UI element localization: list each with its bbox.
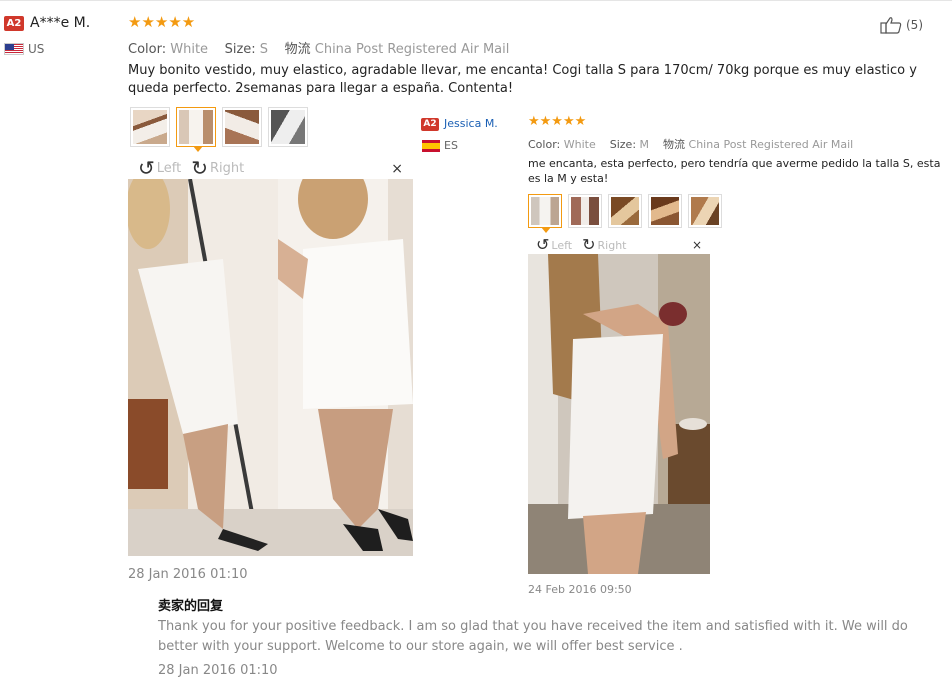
review-photo-large [528, 254, 710, 574]
review-photo-thumb[interactable] [568, 194, 602, 228]
reviewer-name[interactable]: Jessica M. [444, 117, 498, 130]
review-photo-thumb[interactable] [688, 194, 722, 228]
review-photo-thumb-selected[interactable] [176, 107, 216, 152]
order-info: Color: White Size: S 物流 China Post Regis… [128, 38, 509, 57]
size-value: S [259, 42, 269, 57]
rotate-right-label: Right [210, 160, 245, 176]
close-viewer-button[interactable]: × [692, 238, 702, 252]
buyer-level-badge: A2 [421, 118, 439, 131]
color-value: White [563, 138, 596, 151]
review-photo-large [128, 179, 413, 556]
color-value: White [170, 42, 209, 57]
rating-stars: ★★★★★ [128, 13, 196, 31]
rotate-left-icon: ↺ [536, 235, 550, 254]
top-divider [0, 0, 952, 1]
helpful-count: (5) [906, 18, 923, 32]
order-info: Color: White Size: M 物流 China Post Regis… [528, 136, 853, 152]
review-text: Muy bonito vestido, muy elastico, agrada… [128, 63, 917, 96]
rotate-left-icon: ↺ [138, 156, 155, 180]
thumbs-up-icon [880, 17, 902, 34]
rating-stars: ★★★★★ [528, 114, 587, 129]
shipping-label: 物流 [284, 42, 311, 57]
review-date: 28 Jan 2016 01:10 [128, 567, 248, 582]
rotate-right-icon: ↻ [582, 235, 596, 254]
rotate-left-button[interactable]: ↺ Left [536, 237, 572, 253]
image-viewer-toolbar: ↺ Left ↻ Right × [528, 236, 710, 254]
size-label: Size: [609, 138, 637, 151]
us-flag-icon [4, 43, 24, 55]
color-label: Color: [528, 138, 561, 151]
photo-mirror-selfie [128, 179, 413, 556]
rotate-left-label: Left [156, 160, 182, 176]
seller-reply-date: 28 Jan 2016 01:10 [158, 663, 278, 678]
review-photo-thumb[interactable] [648, 194, 682, 228]
helpful-button[interactable]: (5) [880, 16, 923, 34]
rotate-left-label: Left [551, 238, 573, 252]
rotate-left-button[interactable]: ↺ Left [138, 158, 181, 178]
size-label: Size: [224, 42, 256, 57]
review-text: me encanta, esta perfecto, pero tendría … [528, 157, 941, 185]
reviewer-name: A***e M. [30, 15, 91, 31]
shipping-value: China Post Registered Air Mail [688, 138, 854, 151]
buyer-level-badge: A2 [4, 16, 24, 31]
es-flag-icon [422, 140, 440, 152]
review-date: 24 Feb 2016 09:50 [528, 583, 632, 596]
reviewer-country: ES [444, 139, 458, 152]
review-photo-thumb[interactable] [608, 194, 642, 228]
seller-reply-text: Thank you for your positive feedback. I … [158, 619, 908, 654]
shipping-label: 物流 [663, 138, 686, 151]
review-photo-thumb[interactable] [130, 107, 170, 147]
rotate-right-button[interactable]: ↻ Right [191, 158, 244, 178]
review-photo-thumb-selected[interactable] [528, 194, 562, 233]
review-photo-thumb[interactable] [222, 107, 262, 147]
size-value: M [639, 138, 650, 151]
shipping-value: China Post Registered Air Mail [314, 42, 510, 57]
reviewer-country: US [28, 42, 45, 56]
seller-reply-title: 卖家的回复 [158, 599, 224, 614]
close-viewer-button[interactable]: × [391, 161, 403, 177]
color-label: Color: [128, 42, 167, 57]
image-viewer-toolbar: ↺ Left ↻ Right × [128, 157, 413, 179]
rotate-right-label: Right [597, 238, 627, 252]
rotate-right-button[interactable]: ↻ Right [582, 237, 626, 253]
review-photo-thumb[interactable] [268, 107, 308, 147]
rotate-right-icon: ↻ [191, 156, 208, 180]
photo-bathroom-selfie [528, 254, 710, 574]
